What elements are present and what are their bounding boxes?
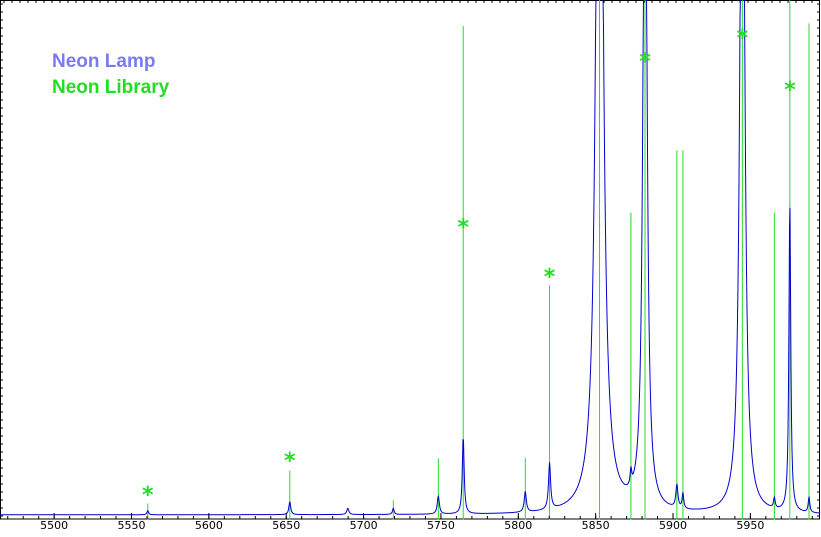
x-tick-label: 5500 <box>40 519 68 532</box>
peak-star-marker: * <box>284 449 296 474</box>
x-tick-label: 5650 <box>272 519 300 532</box>
legend-entry-library: Neon Library <box>52 77 170 98</box>
peak-star-marker: * <box>142 483 154 508</box>
peak-star-marker: * <box>784 78 796 103</box>
peak-star-marker: * <box>544 265 556 290</box>
legend-entry-lamp: Neon Lamp <box>52 51 156 72</box>
x-tick-label: 5800 <box>504 519 532 532</box>
x-tick-label: 5700 <box>350 519 378 532</box>
x-tick-label: 5950 <box>736 519 764 532</box>
x-tick-label: 5750 <box>427 519 455 532</box>
peak-star-marker: * <box>737 26 749 51</box>
x-axis-tick-labels: 5500 5550 5600 5650 5700 5750 5800 5850 5900 5950 <box>40 519 764 532</box>
x-tick-label: 5850 <box>582 519 610 532</box>
peak-star-marker: * <box>457 216 469 241</box>
legend: Neon Lamp Neon Library <box>52 49 169 101</box>
x-tick-label: 5900 <box>659 519 687 532</box>
x-tick-label: 5600 <box>195 519 223 532</box>
x-tick-label: 5550 <box>118 519 146 532</box>
peak-star-marker: * <box>639 49 651 74</box>
